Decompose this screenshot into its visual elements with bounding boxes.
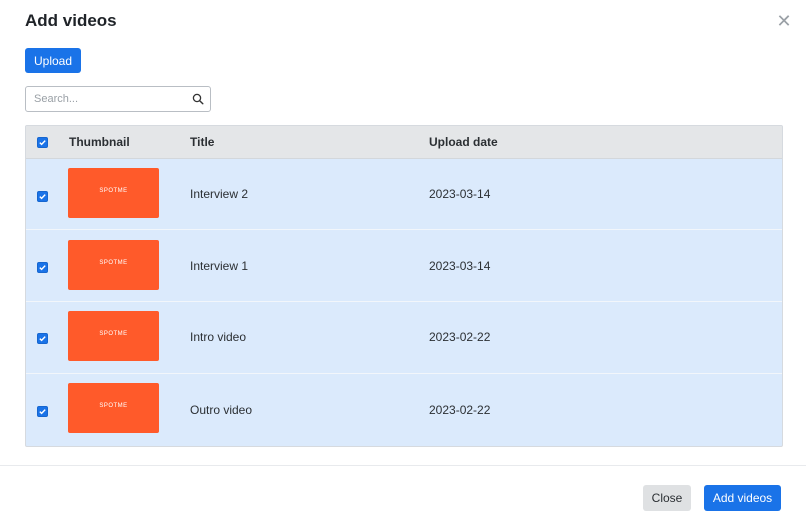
search-icon[interactable]: [192, 93, 204, 105]
thumbnail-logo: SPOTME: [99, 331, 128, 337]
column-header-thumbnail: Thumbnail: [69, 135, 130, 149]
thumbnail-logo: SPOTME: [99, 188, 128, 194]
table-row[interactable]: SPOTME Interview 2 2023-03-14: [26, 159, 782, 230]
search-box: [25, 86, 211, 112]
column-header-upload-date: Upload date: [429, 135, 498, 149]
upload-button[interactable]: Upload: [25, 48, 81, 73]
video-upload-date: 2023-02-22: [429, 403, 491, 417]
add-videos-button[interactable]: Add videos: [704, 485, 781, 511]
video-title: Intro video: [190, 330, 247, 344]
thumbnail-logo: SPOTME: [99, 260, 128, 266]
table-row[interactable]: SPOTME Intro video 2023-02-22: [26, 303, 782, 374]
video-thumbnail: SPOTME: [68, 168, 159, 218]
footer-divider: [0, 465, 806, 466]
table-row[interactable]: SPOTME Interview 1 2023-03-14: [26, 231, 782, 302]
video-upload-date: 2023-03-14: [429, 259, 491, 273]
video-upload-date: 2023-02-22: [429, 330, 491, 344]
column-header-title: Title: [190, 135, 215, 149]
close-icon[interactable]: ✕: [775, 12, 793, 30]
thumbnail-logo: SPOTME: [99, 403, 128, 409]
video-upload-date: 2023-03-14: [429, 187, 491, 201]
video-title: Outro video: [190, 403, 253, 417]
table-row[interactable]: SPOTME Outro video 2023-02-22: [26, 374, 782, 444]
table-header: Thumbnail Title Upload date: [26, 126, 782, 159]
video-thumbnail: SPOTME: [68, 311, 159, 361]
row-checkbox[interactable]: [37, 333, 48, 344]
video-title: Interview 2: [190, 187, 249, 201]
add-videos-dialog: Add videos ✕ Upload Thumbnail Title Uplo…: [0, 0, 806, 525]
row-checkbox[interactable]: [37, 262, 48, 273]
row-checkbox[interactable]: [37, 191, 48, 202]
video-thumbnail: SPOTME: [68, 383, 159, 433]
select-all-checkbox[interactable]: [37, 137, 48, 148]
dialog-title: Add videos: [25, 11, 117, 30]
close-button[interactable]: Close: [643, 485, 691, 511]
video-thumbnail: SPOTME: [68, 240, 159, 290]
video-title: Interview 1: [190, 259, 249, 273]
videos-table: Thumbnail Title Upload date SPOTME Inter…: [25, 125, 783, 447]
search-input[interactable]: [34, 89, 184, 108]
row-checkbox[interactable]: [37, 406, 48, 417]
